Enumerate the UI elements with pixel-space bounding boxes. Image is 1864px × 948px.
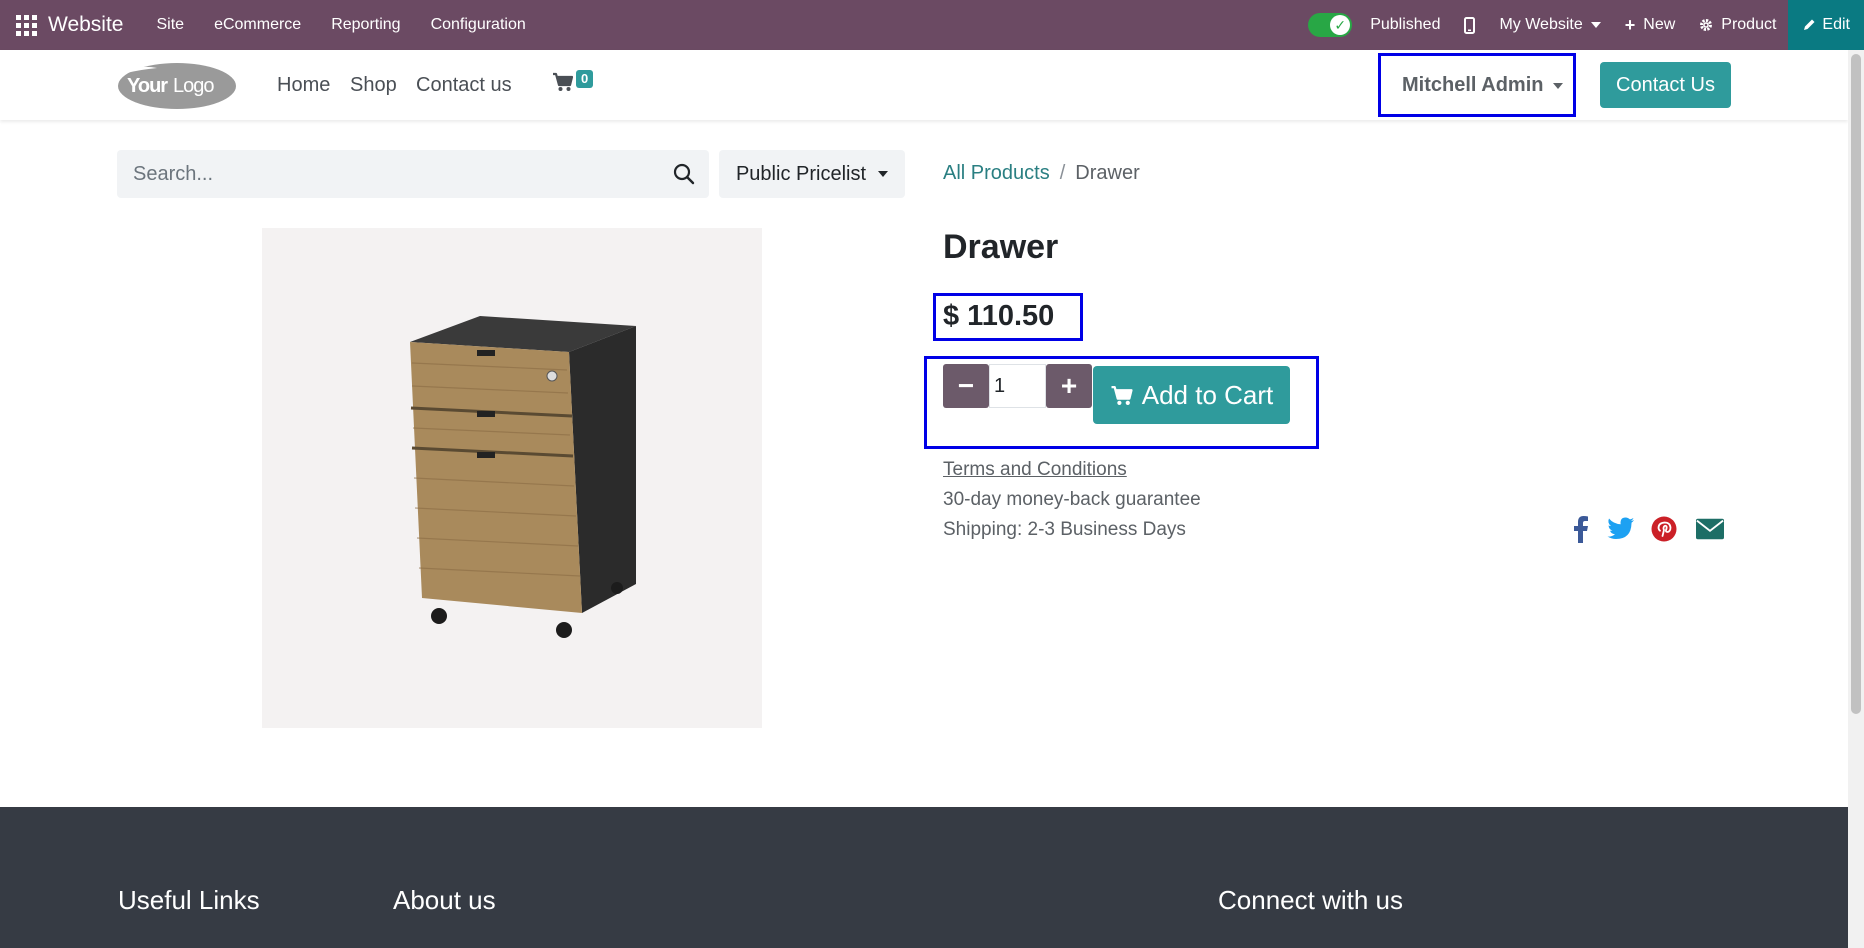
toggle-switch[interactable]: ✓: [1308, 13, 1353, 37]
add-to-cart-button[interactable]: Add to Cart: [1093, 366, 1290, 424]
admin-bar: Website Site eCommerce Reporting Configu…: [0, 0, 1864, 50]
cart-icon[interactable]: [552, 72, 574, 92]
new-button[interactable]: + New: [1625, 15, 1676, 36]
nav-contact-us[interactable]: Contact us: [416, 74, 512, 97]
guarantee-text: 30-day money-back guarantee: [943, 489, 1201, 510]
chevron-down-icon: [878, 171, 889, 177]
nav-shop[interactable]: Shop: [350, 74, 397, 97]
plus-icon: +: [1624, 14, 1636, 35]
quantity-increase-button[interactable]: +: [1046, 364, 1092, 408]
footer-about-us-title: About us: [393, 885, 496, 915]
pencil-icon: [1804, 19, 1815, 30]
add-to-cart-label: Add to Cart: [1141, 379, 1274, 410]
pinterest-icon[interactable]: [1650, 514, 1678, 544]
footer: Useful Links About us Connect with us: [0, 807, 1848, 948]
product-image[interactable]: [262, 228, 762, 728]
mobile-icon: [1464, 16, 1476, 34]
user-name: Mitchell Admin: [1402, 74, 1544, 96]
menu-site[interactable]: Site: [156, 16, 184, 34]
chevron-down-icon: [1590, 22, 1601, 28]
check-icon: ✓: [1330, 15, 1351, 35]
search-box: [117, 150, 709, 198]
breadcrumb-current: Drawer: [1075, 162, 1140, 184]
footer-useful-links-title: Useful Links: [118, 885, 260, 915]
footer-connect-title: Connect with us: [1218, 885, 1403, 915]
plus-icon: +: [1060, 370, 1078, 401]
website-switcher[interactable]: My Website: [1499, 16, 1601, 34]
breadcrumb-separator: /: [1059, 162, 1066, 184]
search-input[interactable]: [117, 150, 649, 198]
new-label: New: [1643, 16, 1676, 33]
menu-reporting[interactable]: Reporting: [331, 16, 400, 34]
quantity-input[interactable]: 1: [989, 364, 1046, 408]
menu-ecommerce[interactable]: eCommerce: [214, 16, 301, 34]
product-price: $ 110.50: [943, 300, 1055, 332]
minus-icon: −: [957, 370, 975, 401]
svg-text:Logo: Logo: [173, 75, 214, 97]
user-menu[interactable]: Mitchell Admin: [1402, 74, 1564, 97]
cart-count-badge: 0: [576, 70, 594, 88]
nav-home[interactable]: Home: [277, 74, 330, 97]
scrollbar-thumb[interactable]: [1851, 54, 1861, 714]
cart-icon: [1111, 385, 1133, 405]
gear-icon: [1700, 19, 1713, 31]
drawer-cabinet-image: [410, 316, 636, 638]
product-settings-button[interactable]: Product: [1699, 16, 1776, 34]
shipping-text: Shipping: 2-3 Business Days: [943, 519, 1186, 540]
svg-text:Your: Your: [127, 75, 168, 97]
terms-link[interactable]: Terms and Conditions: [943, 459, 1127, 481]
pricelist-label: Public Pricelist: [735, 162, 867, 185]
search-icon[interactable]: [673, 163, 695, 185]
edit-button[interactable]: Edit: [1788, 0, 1864, 50]
breadcrumb-all-products[interactable]: All Products: [943, 162, 1050, 184]
menu-configuration[interactable]: Configuration: [431, 16, 526, 34]
page-scrollbar[interactable]: [1848, 50, 1864, 948]
app-name[interactable]: Website: [48, 13, 123, 37]
quantity-decrease-button[interactable]: −: [943, 364, 989, 408]
website-switcher-label: My Website: [1499, 16, 1583, 33]
published-toggle[interactable]: ✓ Published: [1308, 13, 1440, 37]
breadcrumb: All Products / Drawer: [943, 162, 1140, 185]
published-label: Published: [1370, 16, 1441, 33]
product-label: Product: [1721, 16, 1777, 33]
company-logo[interactable]: Your Logo: [117, 60, 237, 110]
facebook-icon[interactable]: [1567, 514, 1595, 544]
chevron-down-icon: [1553, 82, 1564, 89]
email-icon[interactable]: [1696, 514, 1724, 544]
edit-label: Edit: [1822, 16, 1850, 33]
apps-grid-icon[interactable]: [14, 13, 38, 37]
twitter-icon[interactable]: [1607, 514, 1635, 544]
mobile-preview-button[interactable]: [1464, 16, 1476, 34]
contact-us-button[interactable]: Contact Us: [1600, 62, 1731, 108]
pricelist-dropdown[interactable]: Public Pricelist: [719, 150, 905, 198]
product-title: Drawer: [943, 228, 1059, 266]
